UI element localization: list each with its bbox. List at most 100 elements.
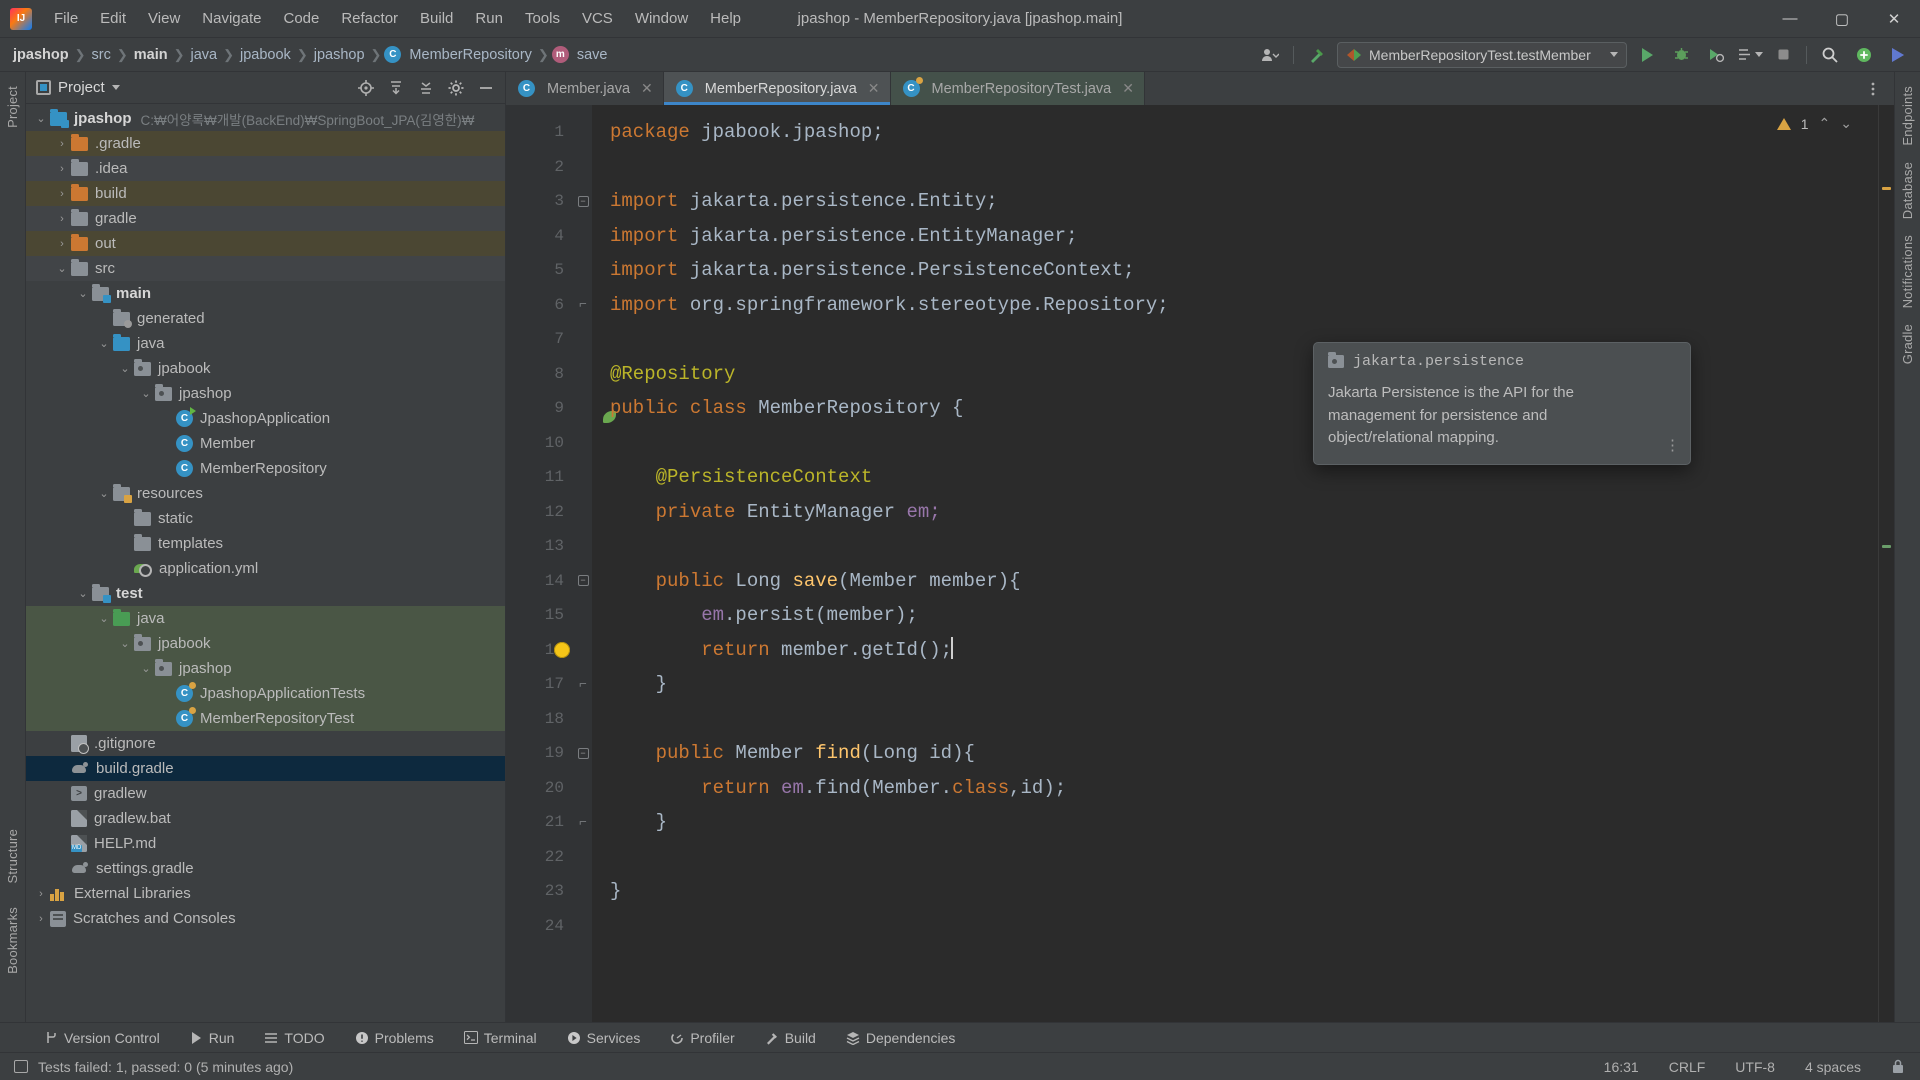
minimize-button[interactable]: — [1764,0,1816,38]
breadcrumb-item-java[interactable]: java [188,46,221,64]
source-code[interactable]: package jpabook.jpashop; import jakarta.… [592,105,1878,1022]
tree-item-help-md[interactable]: MDHELP.md [26,831,505,856]
code-line[interactable]: } [610,874,1878,909]
code-line[interactable] [610,150,1878,185]
chevron-up-icon[interactable]: ⌃ [1819,115,1831,132]
tooltip-more-icon[interactable]: ⋮ [1665,436,1681,454]
fold-collapse-icon[interactable]: − [578,575,589,586]
code-line[interactable]: import jakarta.persistence.EntityManager… [610,219,1878,254]
tree-item-java[interactable]: ⌄java [26,331,505,356]
chevron-down-icon[interactable]: ⌄ [137,662,155,675]
run-configuration-selector[interactable]: MemberRepositoryTest.testMember [1337,42,1627,68]
documentation-tooltip[interactable]: jakarta.persistence Jakarta Persistence … [1313,342,1691,465]
menu-vcs[interactable]: VCS [572,6,623,31]
breadcrumb-item-save[interactable]: save [574,46,611,64]
code-folding-column[interactable]: − ⌐ − ⌐ − ⌐ [574,105,592,1022]
debug-icon[interactable] [1667,42,1695,68]
profile-icon[interactable] [1735,42,1763,68]
menu-help[interactable]: Help [700,6,751,31]
chevron-right-icon[interactable]: › [53,238,71,250]
fold-end-icon[interactable]: ⌐ [579,297,587,312]
sidebar-item-database[interactable]: Database [1896,154,1919,227]
tree-item-scratches-and-consoles[interactable]: ›Scratches and Consoles [26,906,505,931]
tree-item-src[interactable]: ⌄src [26,256,505,281]
fold-marker[interactable]: − [574,564,592,599]
code-editor[interactable]: 123456789101112131415161718192021222324 … [506,105,1894,1022]
sidebar-item-notifications[interactable]: Notifications [1896,227,1919,316]
breadcrumb-item-jpashop[interactable]: jpashop [10,46,72,64]
tree-item-generated[interactable]: generated [26,306,505,331]
inspection-widget[interactable]: 1 ⌃ ⌄ [1777,115,1852,132]
tree-item--idea[interactable]: ›.idea [26,156,505,181]
code-line[interactable]: em.persist(member); [610,598,1878,633]
locate-icon[interactable] [353,76,379,100]
sidebar-item-project[interactable]: Project [1,78,24,136]
bottom-item-services[interactable]: Services [563,1028,645,1048]
sidebar-item-gradle[interactable]: Gradle [1896,316,1919,372]
fold-marker[interactable]: − [574,184,592,219]
tree-item-resources[interactable]: ⌄resources [26,481,505,506]
breadcrumb-item-main[interactable]: main [131,46,171,64]
tree-item-out[interactable]: ›out [26,231,505,256]
fold-end-icon[interactable]: ⌐ [579,677,587,692]
bottom-item-problems[interactable]: Problems [351,1028,438,1048]
code-line[interactable]: return em.find(Member.class,id); [610,771,1878,806]
bottom-item-build[interactable]: Build [761,1028,820,1048]
chevron-right-icon[interactable]: › [32,888,50,900]
tree-item--gitignore[interactable]: .gitignore [26,731,505,756]
close-icon[interactable]: ✕ [1122,80,1134,97]
tab-memberrepositorytest-java[interactable]: C MemberRepositoryTest.java ✕ [891,72,1145,105]
tree-item-gradle[interactable]: ›gradle [26,206,505,231]
change-marker[interactable] [1882,545,1891,548]
menu-navigate[interactable]: Navigate [192,6,271,31]
tree-item-jpabook[interactable]: ⌄jpabook [26,356,505,381]
build-hammer-icon[interactable] [1303,42,1331,68]
tree-item-memberrepository[interactable]: CMemberRepository [26,456,505,481]
status-encoding[interactable]: UTF-8 [1730,1058,1780,1076]
breadcrumb-item-src[interactable]: src [89,46,114,64]
code-line[interactable]: private EntityManager em; [610,495,1878,530]
tree-item-memberrepositorytest[interactable]: CMemberRepositoryTest [26,706,505,731]
tree-item--gradle[interactable]: ›.gradle [26,131,505,156]
menu-run[interactable]: Run [465,6,513,31]
menu-tools[interactable]: Tools [515,6,570,31]
code-line[interactable]: public Long save(Member member){ [610,564,1878,599]
tree-item-gradlew-bat[interactable]: gradlew.bat [26,806,505,831]
bottom-item-version-control[interactable]: Version Control [40,1028,164,1048]
stop-icon[interactable] [1769,42,1797,68]
tree-item-build[interactable]: ›build [26,181,505,206]
menu-edit[interactable]: Edit [90,6,136,31]
search-icon[interactable] [1816,42,1844,68]
code-line[interactable]: public Member find(Long id){ [610,736,1878,771]
tab-memberrepository-java[interactable]: C MemberRepository.java ✕ [664,72,891,105]
sidebar-item-endpoints[interactable]: Endpoints [1896,78,1919,154]
fold-marker[interactable]: ⌐ [574,805,592,840]
menu-code[interactable]: Code [273,6,329,31]
code-line[interactable]: @PersistenceContext [610,460,1878,495]
menu-window[interactable]: Window [625,6,698,31]
tree-item-settings-gradle[interactable]: settings.gradle [26,856,505,881]
tree-item-external-libraries[interactable]: ›External Libraries [26,881,505,906]
chevron-right-icon[interactable]: › [32,913,50,925]
menu-refactor[interactable]: Refactor [331,6,408,31]
code-line[interactable]: package jpabook.jpashop; [610,115,1878,150]
project-title[interactable]: Project [36,79,120,96]
fold-marker[interactable]: − [574,736,592,771]
tree-item-java[interactable]: ⌄java [26,606,505,631]
status-line-separator[interactable]: CRLF [1664,1058,1711,1076]
sidebar-item-bookmarks[interactable]: Bookmarks [1,899,24,982]
tree-item-jpashop[interactable]: ⌄jpashop [26,381,505,406]
code-line[interactable]: import jakarta.persistence.PersistenceCo… [610,253,1878,288]
breadcrumb-item-jpabook[interactable]: jpabook [237,46,294,64]
chevron-down-icon[interactable]: ⌄ [95,337,113,350]
hide-panel-icon[interactable] [473,76,499,100]
tree-item-jpabook[interactable]: ⌄jpabook [26,631,505,656]
code-line[interactable] [610,529,1878,564]
run-coverage-icon[interactable] [1701,42,1729,68]
code-line[interactable]: } [610,805,1878,840]
tree-item-member[interactable]: CMember [26,431,505,456]
code-line[interactable] [610,909,1878,944]
intention-bulb-icon[interactable] [554,642,570,658]
fold-end-icon[interactable]: ⌐ [579,815,587,830]
tree-item-test[interactable]: ⌄test [26,581,505,606]
